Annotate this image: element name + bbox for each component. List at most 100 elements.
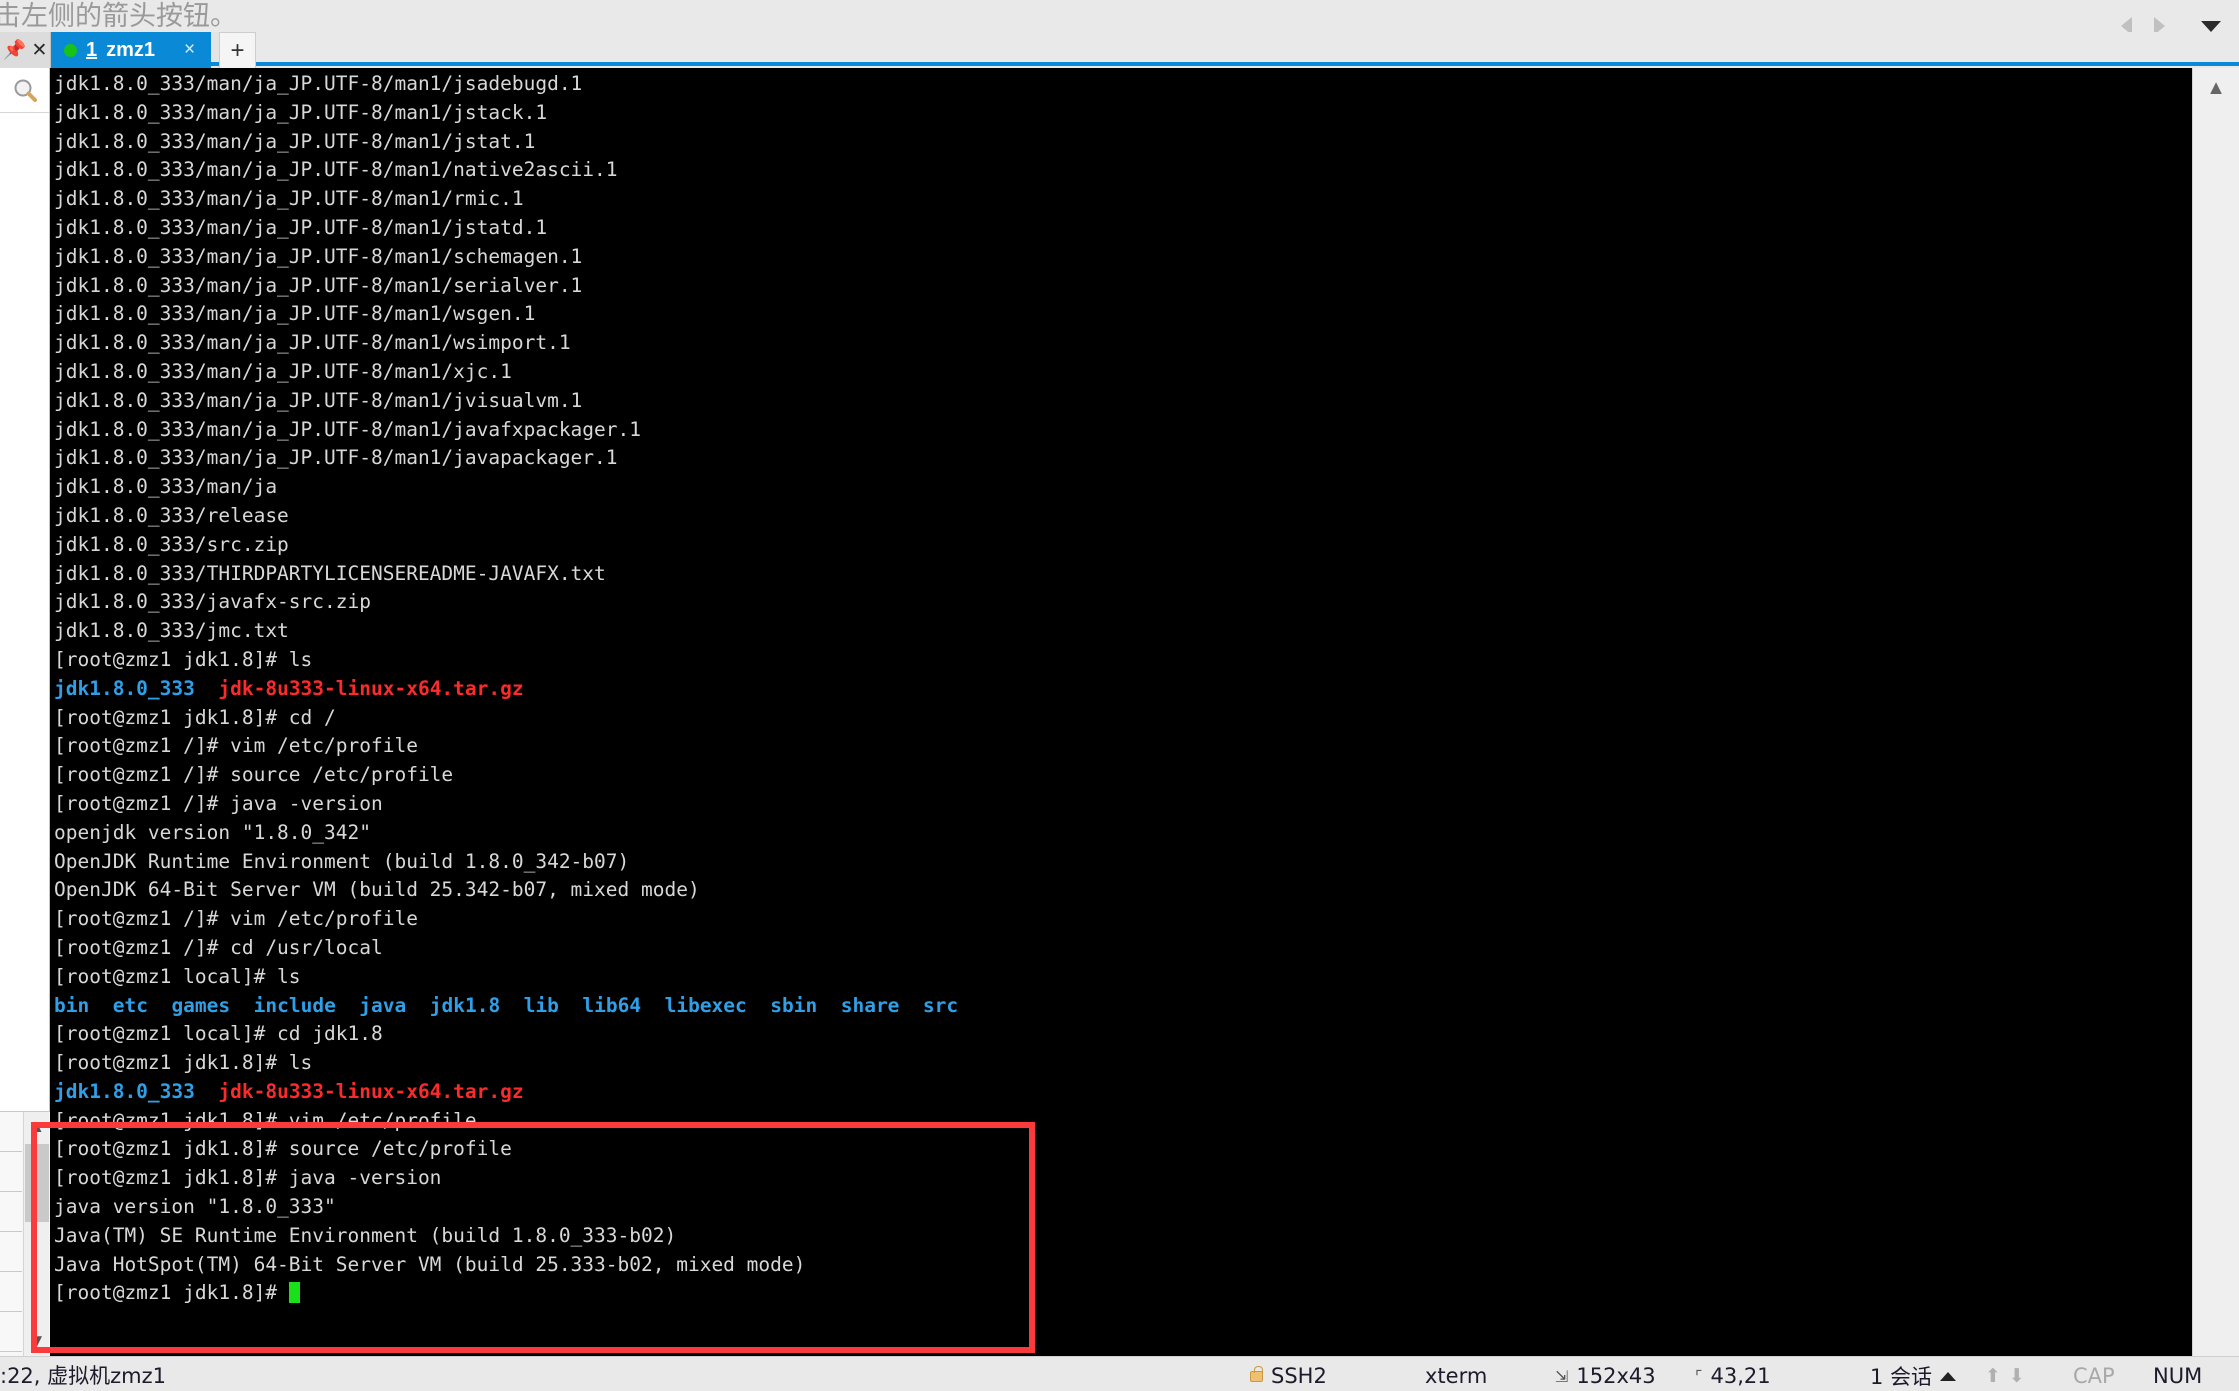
terminal-text: lib [524,994,559,1017]
terminal-line: [root@zmz1 /]# source /etc/profile [54,761,2192,790]
terminal-line: [root@zmz1 jdk1.8]# java -version [54,1164,2192,1193]
terminal-text: jdk1.8 [430,994,500,1017]
pin-icon[interactable]: 📌 [3,41,27,60]
terminal-text: jdk1.8.0_333/man/ja_JP.UTF-8/man1/native… [54,158,618,181]
tab-zmz1[interactable]: 1 zmz1 × [51,32,211,68]
terminal-text: [root@zmz1 /]# vim /etc/profile [54,734,418,757]
terminal-text [148,994,171,1017]
terminal-text: jdk1.8.0_333/man/ja_JP.UTF-8/man1/schema… [54,245,582,268]
tab-label: zmz1 [106,39,155,62]
hint-text: 击左侧的箭头按钮。 [0,0,237,32]
terminal-line: jdk1.8.0_333/man/ja_JP.UTF-8/man1/jstatd… [54,214,2192,243]
terminal-text: Java(TM) SE Runtime Environment (build 1… [54,1224,676,1247]
chevron-up-icon[interactable]: ▲ [2193,68,2239,108]
terminal-line: [root@zmz1 local]# ls [54,963,2192,992]
terminal-text: [root@zmz1 jdk1.8]# ls [54,648,312,671]
terminal-line: jdk1.8.0_333/man/ja_JP.UTF-8/man1/javapa… [54,444,2192,473]
status-transfer: ⬆ ⬇ [1985,1365,2073,1387]
terminal-text [406,994,429,1017]
terminal-text: OpenJDK Runtime Environment (build 1.8.0… [54,850,629,873]
terminal-text [230,994,253,1017]
search-icon[interactable] [0,68,49,113]
status-emulation: xterm [1425,1364,1555,1388]
terminal-text: sbin [770,994,817,1017]
terminal-text: [root@zmz1 /]# java -version [54,792,383,815]
list-item[interactable] [0,1312,22,1352]
panel-controls: 📌 ✕ [0,32,51,68]
terminal-text: jdk1.8.0_333 [54,1080,195,1103]
terminal-line: [root@zmz1 /]# vim /etc/profile [54,905,2192,934]
list-item[interactable] [0,1152,22,1192]
terminal-line: jdk1.8.0_333/man/ja_JP.UTF-8/man1/xjc.1 [54,358,2192,387]
terminal-text: jdk1.8.0_333/man/ja_JP.UTF-8/man1/jstack… [54,101,547,124]
terminal-text: jdk1.8.0_333/man/ja_JP.UTF-8/man1/wsgen.… [54,302,535,325]
terminal-text: jdk1.8.0_333/man/ja_JP.UTF-8/man1/rmic.1 [54,187,524,210]
status-size-label: 152x43 [1576,1364,1655,1388]
status-size: ⇲ 152x43 [1555,1364,1695,1388]
terminal-text [89,994,112,1017]
list-item[interactable] [0,1232,22,1272]
terminal-text: etc [113,994,148,1017]
terminal-line: jdk1.8.0_333/man/ja_JP.UTF-8/man1/serial… [54,272,2192,301]
arrow-down-icon: ⬇ [2009,1365,2025,1387]
mini-panel-rows [0,1112,22,1356]
terminal-text [899,994,922,1017]
terminal-line: jdk1.8.0_333/release [54,502,2192,531]
terminal-text: jdk1.8.0_333/man/ja_JP.UTF-8/man1/javafx… [54,418,641,441]
terminal-line: jdk1.8.0_333/man/ja_JP.UTF-8/man1/jstat.… [54,128,2192,157]
scrollbar-thumb[interactable] [25,1144,49,1222]
terminal-text: Java HotSpot(TM) 64-Bit Server VM (build… [54,1253,805,1276]
terminal-line: OpenJDK Runtime Environment (build 1.8.0… [54,848,2192,877]
status-cap-label: CAP [2073,1364,2115,1388]
terminal-line: OpenJDK 64-Bit Server VM (build 25.342-b… [54,876,2192,905]
caret-up-icon[interactable] [1940,1372,1956,1381]
terminal-line: jdk1.8.0_333/man/ja_JP.UTF-8/man1/wsimpo… [54,329,2192,358]
terminal-line: jdk1.8.0_333/jmc.txt [54,617,2192,646]
session-mini-panel: ▲ ▼ [0,1111,50,1356]
terminal-text: [root@zmz1 jdk1.8]# ls [54,1051,312,1074]
terminal-line: jdk1.8.0_333/man/ja_JP.UTF-8/man1/javafx… [54,416,2192,445]
new-tab-button[interactable]: + [219,32,256,68]
terminal-text: [root@zmz1 jdk1.8]# java -version [54,1166,441,1189]
terminal-line: jdk1.8.0_333/man/ja_JP.UTF-8/man1/native… [54,156,2192,185]
terminal-line: [root@zmz1 /]# cd /usr/local [54,934,2192,963]
terminal-text: [root@zmz1 local]# ls [54,965,301,988]
tab-close-icon[interactable]: × [184,39,195,61]
terminal-line: [root@zmz1 jdk1.8]# cd / [54,704,2192,733]
terminal-line: jdk1.8.0_333 jdk-8u333-linux-x64.tar.gz [54,1078,2192,1107]
terminal-text: jdk1.8.0_333/jmc.txt [54,619,289,642]
terminal-scrollbar[interactable]: ▲ [2192,68,2239,1356]
chevron-up-icon[interactable]: ▲ [24,1112,49,1142]
triangle-down-icon[interactable] [2201,21,2221,32]
xshell-window: 击左侧的箭头按钮。 📌 ✕ 1 zmz1 × + [0,0,2239,1391]
terminal-text: [root@zmz1 jdk1.8]# [54,1281,289,1304]
tab-number: 1 [86,39,97,62]
terminal-text: src [923,994,958,1017]
terminal-line: jdk1.8.0_333/man/ja_JP.UTF-8/man1/jvisua… [54,387,2192,416]
chevron-left-icon[interactable] [2121,17,2132,32]
list-item[interactable] [0,1272,22,1312]
terminal-line: [root@zmz1 jdk1.8]# ls [54,646,2192,675]
mini-panel-scrollbar[interactable]: ▲ ▼ [23,1112,49,1356]
terminal-line: jdk1.8.0_333/man/ja_JP.UTF-8/man1/rmic.1 [54,185,2192,214]
terminal-text: [root@zmz1 /]# cd /usr/local [54,936,383,959]
close-icon[interactable]: ✕ [31,41,47,60]
chevron-down-icon[interactable]: ▼ [24,1326,50,1356]
terminal-line: bin etc games include java jdk1.8 lib li… [54,992,2192,1021]
terminal-text: jdk1.8.0_333/man/ja_JP.UTF-8/man1/jsadeb… [54,72,582,95]
chevron-right-icon[interactable] [2154,17,2165,32]
terminal-cursor [289,1282,300,1303]
status-sessions[interactable]: 1 会话 [1870,1361,1985,1391]
terminal-line: [root@zmz1 jdk1.8]# ls [54,1049,2192,1078]
terminal-text: bin [54,994,89,1017]
list-item[interactable] [0,1192,22,1232]
terminal-text: java version "1.8.0_333" [54,1195,336,1218]
terminal-text: jdk1.8.0_333/man/ja_JP.UTF-8/man1/xjc.1 [54,360,512,383]
status-cursor-pos: ⌜ 43,21 [1695,1364,1870,1388]
terminal-text: jdk1.8.0_333/src.zip [54,533,289,556]
list-item[interactable] [0,1112,22,1152]
terminal-text: jdk1.8.0_333/THIRDPARTYLICENSEREADME-JAV… [54,562,606,585]
status-cursor-pos-label: 43,21 [1711,1364,1771,1388]
terminal-screen[interactable]: jdk1.8.0_333/man/ja_JP.UTF-8/man1/jsadeb… [50,68,2192,1356]
terminal-line: [root@zmz1 jdk1.8]# source /etc/profile [54,1135,2192,1164]
